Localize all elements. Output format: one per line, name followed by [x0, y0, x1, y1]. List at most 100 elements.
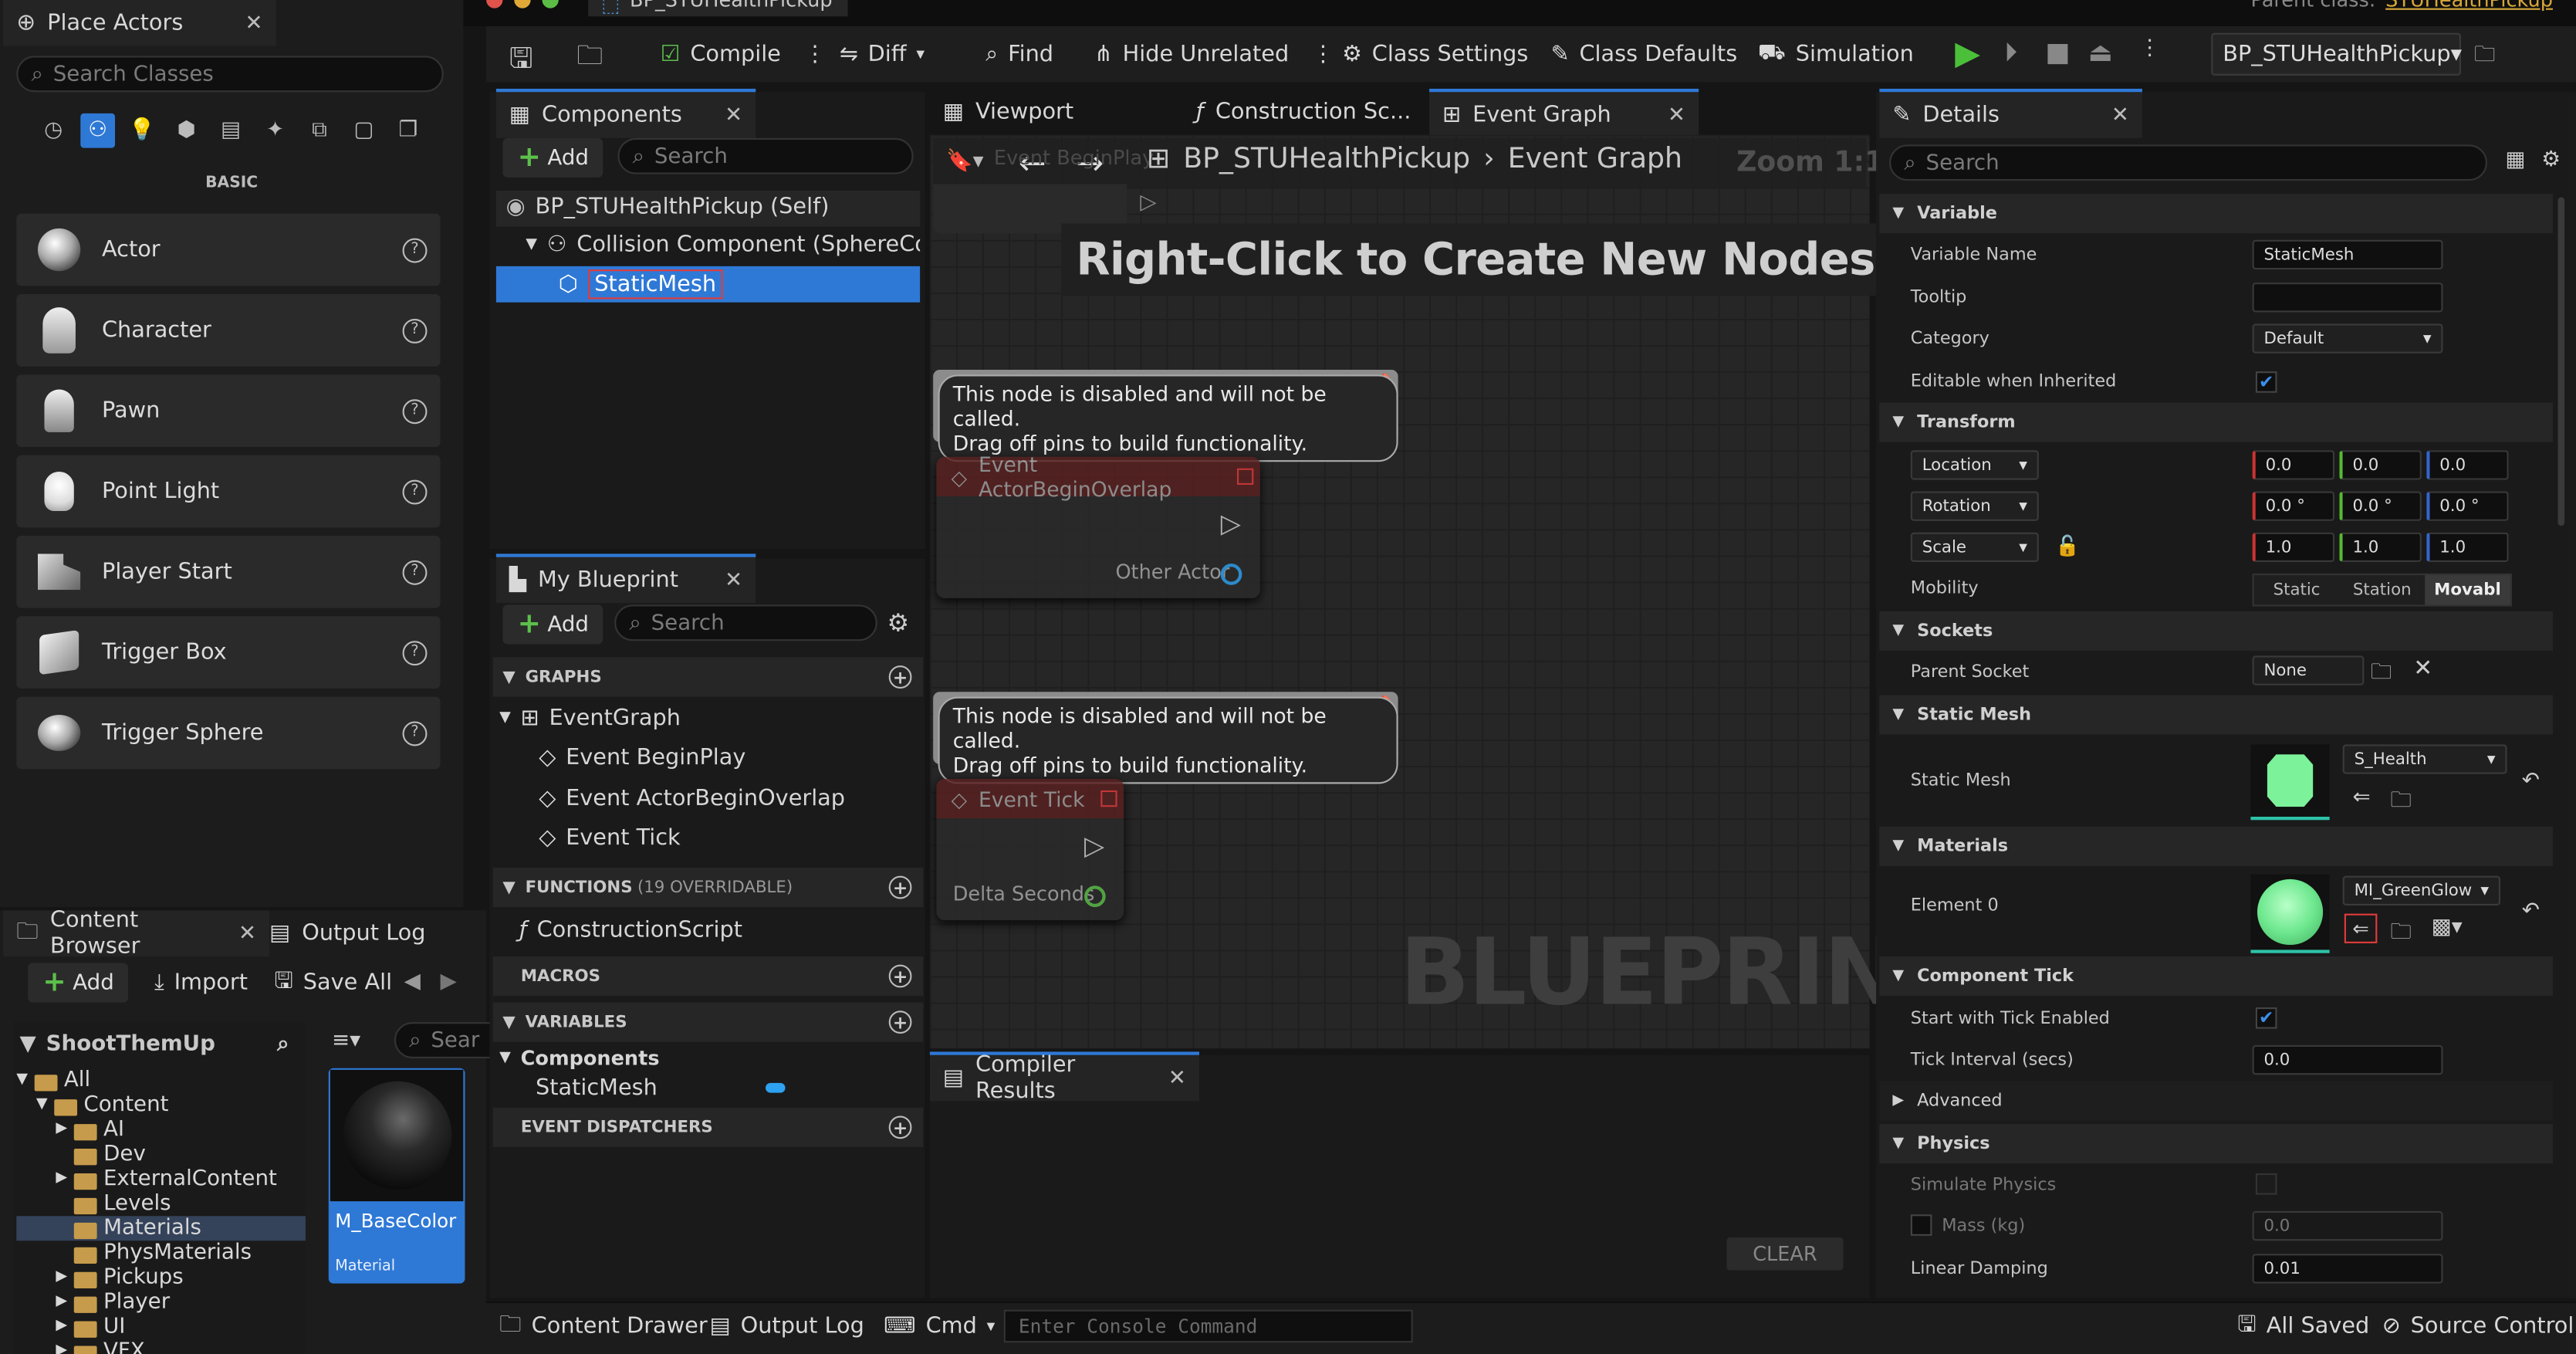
- diff-button[interactable]: ⇋ Diff ▾: [840, 29, 925, 79]
- actor-item-point-light[interactable]: Point Light ?: [16, 455, 441, 528]
- disabled-comment-2[interactable]: 📌 This node is disabled and will not be …: [933, 692, 1398, 784]
- add-macro-icon[interactable]: +: [888, 964, 912, 988]
- tab-output-log[interactable]: ▤ Output Log: [256, 910, 463, 956]
- graph-eventgraph[interactable]: ▼ ⊞ EventGraph: [499, 705, 681, 731]
- details-scrollbar[interactable]: [2557, 197, 2565, 526]
- close-icon[interactable]: ✕: [1168, 1066, 1186, 1091]
- tab-event-graph[interactable]: ⊞ Event Graph ✕: [1429, 88, 1699, 138]
- close-icon[interactable]: ✕: [1668, 103, 1685, 127]
- components-search-input[interactable]: ⌕ Search: [617, 137, 914, 174]
- delegate-pin-icon[interactable]: [1237, 468, 1254, 485]
- play-icon[interactable]: ▶: [1955, 33, 1980, 73]
- mass-override-checkbox[interactable]: [1910, 1214, 1932, 1236]
- transform-section-header[interactable]: ▼ Transform: [1879, 402, 2554, 442]
- static-mesh-section-header[interactable]: ▼ Static Mesh: [1879, 695, 2554, 735]
- folder-all[interactable]: ▼ All: [16, 1068, 306, 1093]
- materials-section-header[interactable]: ▼ Materials: [1879, 826, 2554, 866]
- mobility-stationary-option[interactable]: Station: [2339, 575, 2425, 604]
- folder-content[interactable]: ▼ Content: [16, 1093, 306, 1118]
- tab-construction-script[interactable]: ƒ Construction Sc...: [1183, 89, 1439, 135]
- minimize-window-button[interactable]: [514, 0, 531, 8]
- help-icon[interactable]: ?: [402, 317, 428, 343]
- visual-effects-category-icon[interactable]: ✦: [258, 113, 292, 148]
- tab-details[interactable]: ✎ Details ✕: [1879, 88, 2142, 138]
- actor-item-trigger-box[interactable]: Trigger Box ?: [16, 616, 441, 689]
- content-search-input[interactable]: ⌕ Sear: [394, 1022, 493, 1058]
- maximize-window-button[interactable]: [542, 0, 559, 8]
- components-add-button[interactable]: + Add: [502, 137, 604, 178]
- folder-ai[interactable]: ▶ AI: [16, 1118, 306, 1142]
- element-0-dropdown[interactable]: MI_GreenGlow ▾: [2342, 875, 2501, 905]
- import-button[interactable]: ⤓ Import: [154, 958, 248, 1007]
- add-graph-icon[interactable]: +: [888, 665, 912, 689]
- shapes-category-icon[interactable]: ⬢: [169, 113, 204, 148]
- folder-pickups[interactable]: ▶ Pickups: [16, 1265, 306, 1290]
- scale-dropdown[interactable]: Scale ▾: [1910, 532, 2039, 563]
- folder-player[interactable]: ▶ Player: [16, 1290, 306, 1315]
- linear-damping-field[interactable]: 0.01: [2252, 1254, 2443, 1284]
- find-button[interactable]: ⌕ Find: [985, 29, 1053, 79]
- add-function-icon[interactable]: +: [888, 875, 912, 899]
- actor-item-pawn[interactable]: Pawn ?: [16, 374, 441, 448]
- output-log-button[interactable]: ▤ Output Log: [710, 1302, 864, 1351]
- back-icon[interactable]: ◀: [404, 970, 421, 994]
- hide-unrelated-button[interactable]: ⋔ Hide Unrelated ⋮: [1094, 29, 1334, 79]
- tab-content-browser[interactable]: 🗀 Content Browser ✕: [3, 907, 270, 960]
- variables-section-header[interactable]: ▼ VARIABLES +: [492, 1002, 924, 1042]
- functions-section-header[interactable]: ▼ FUNCTIONS (19 OVERRIDABLE) +: [492, 868, 924, 908]
- content-add-button[interactable]: + Add: [28, 963, 129, 1003]
- folder-phys-materials[interactable]: PhysMaterials: [16, 1241, 306, 1265]
- class-settings-button[interactable]: ⚙ Class Settings: [1342, 29, 1528, 79]
- browse-asset-icon[interactable]: 🗀: [2390, 917, 2412, 953]
- compile-options-icon[interactable]: ⋮: [804, 41, 827, 67]
- folder-vfx[interactable]: ▶ VFX: [16, 1339, 306, 1354]
- float-pin-icon[interactable]: [1084, 885, 1106, 908]
- close-icon[interactable]: ✕: [725, 568, 742, 593]
- all-classes-icon[interactable]: ❐: [391, 113, 426, 148]
- graph-event-actorbeginoverlap[interactable]: ◇ Event ActorBeginOverlap: [539, 786, 845, 812]
- use-selected-icon[interactable]: ⇐: [2344, 913, 2378, 943]
- gear-icon[interactable]: ⚙: [2541, 148, 2561, 173]
- gear-icon[interactable]: ⚙: [887, 608, 910, 638]
- cmd-dropdown[interactable]: ⌨ Cmd ▾: [884, 1302, 995, 1351]
- scale-y-field[interactable]: 1.0: [2339, 532, 2422, 563]
- actor-item-actor[interactable]: Actor ?: [16, 213, 441, 286]
- basic-category-icon[interactable]: ⚇: [80, 113, 116, 148]
- delegate-pin-icon[interactable]: [1100, 790, 1117, 807]
- stop-icon[interactable]: ■: [2045, 36, 2070, 67]
- location-dropdown[interactable]: Location ▾: [1910, 450, 2039, 480]
- table-view-icon[interactable]: ▦: [2505, 148, 2525, 173]
- lights-category-icon[interactable]: 💡: [125, 113, 160, 148]
- graph-event-beginplay[interactable]: ◇ Event BeginPlay: [539, 744, 745, 770]
- mobility-static-option[interactable]: Static: [2254, 575, 2340, 604]
- component-collision[interactable]: ▼⚇Collision Component (SphereCompon: [526, 232, 920, 258]
- actor-item-player-start[interactable]: Player Start ?: [16, 535, 441, 608]
- help-icon[interactable]: ?: [402, 237, 428, 262]
- help-icon[interactable]: ?: [402, 559, 428, 584]
- filter-icon[interactable]: ≡▾: [332, 1029, 360, 1054]
- help-icon[interactable]: ?: [402, 720, 428, 746]
- save-icon[interactable]: 🖫: [509, 38, 533, 86]
- class-defaults-button[interactable]: ✎ Class Defaults: [1551, 29, 1738, 79]
- location-y-field[interactable]: 0.0: [2339, 450, 2422, 480]
- close-icon[interactable]: ✕: [725, 103, 742, 127]
- tooltip-field[interactable]: [2252, 283, 2443, 313]
- scale-z-field[interactable]: 1.0: [2426, 532, 2509, 563]
- my-blueprint-add-button[interactable]: + Add: [502, 604, 604, 645]
- disabled-comment-1[interactable]: 📌 This node is disabled and will not be …: [933, 369, 1398, 462]
- editable-when-inherited-checkbox[interactable]: ✔: [2255, 371, 2277, 393]
- variable-name-field[interactable]: StaticMesh: [2252, 239, 2443, 270]
- macros-section-header[interactable]: MACROS +: [492, 956, 924, 997]
- volumes-category-icon[interactable]: ▢: [347, 113, 381, 148]
- browse-socket-icon[interactable]: 🗀: [2371, 658, 2392, 694]
- reset-to-default-icon[interactable]: ↶: [2522, 769, 2540, 794]
- close-window-button[interactable]: [486, 0, 503, 8]
- rotation-y-field[interactable]: 0.0 °: [2339, 491, 2422, 521]
- actor-item-trigger-sphere[interactable]: Trigger Sphere ?: [16, 696, 441, 770]
- help-icon[interactable]: ?: [402, 640, 428, 665]
- static-mesh-thumbnail[interactable]: [2250, 744, 2330, 821]
- details-search-input[interactable]: ⌕ Search: [1889, 144, 2488, 181]
- browse-icon[interactable]: 🗀: [576, 38, 603, 82]
- simulate-physics-checkbox[interactable]: [2255, 1173, 2277, 1195]
- tab-components[interactable]: ▦ Components ✕: [495, 88, 756, 138]
